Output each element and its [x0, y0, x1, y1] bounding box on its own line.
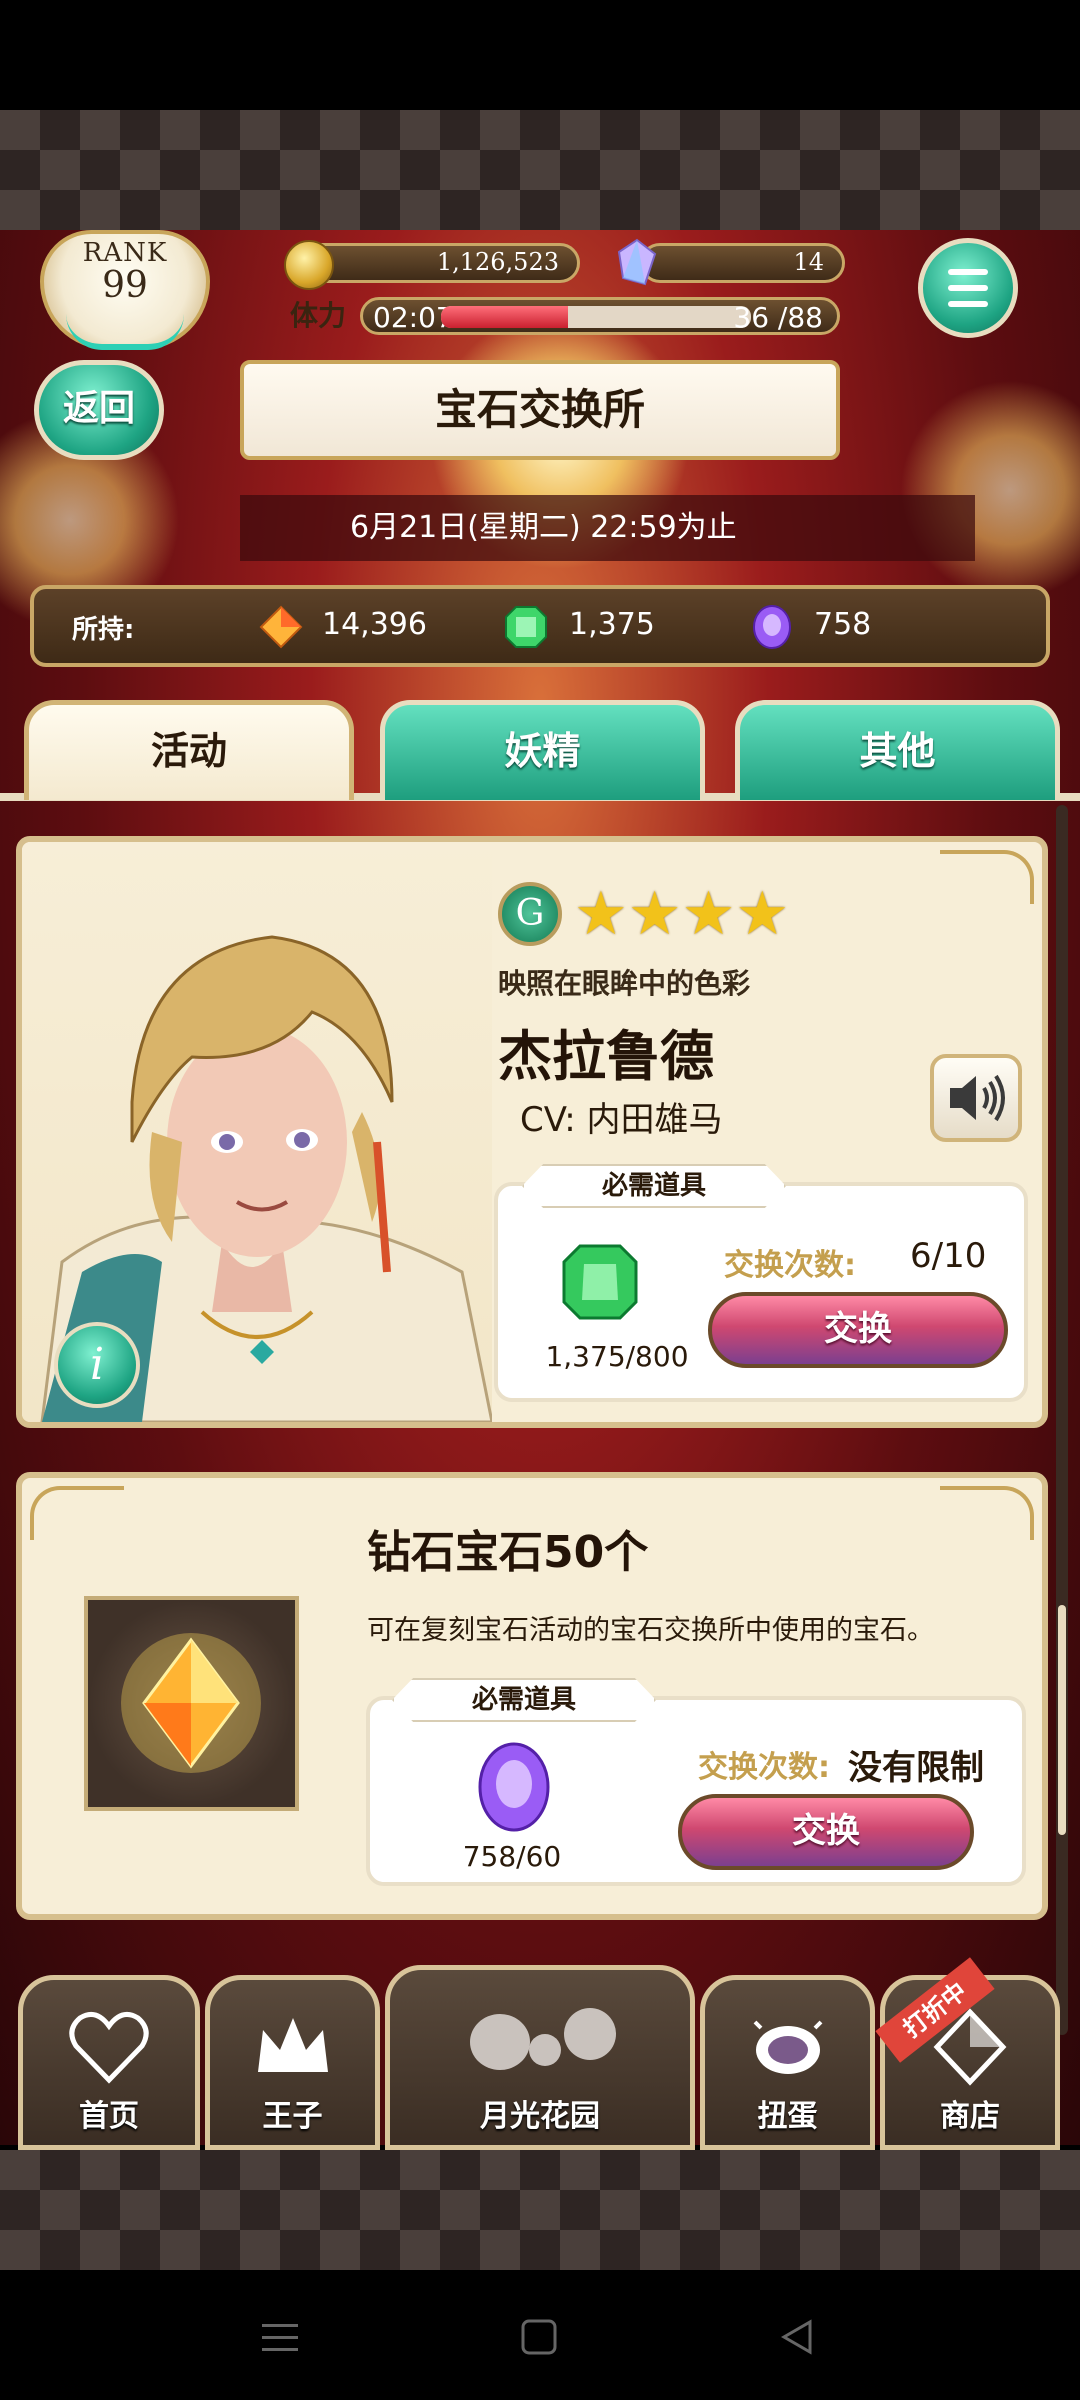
- required-item-label: 必需道具: [522, 1164, 786, 1208]
- voice-actor: CV: 内田雄马: [520, 1100, 723, 1140]
- exchange-count-label: 交换次数:: [698, 1750, 830, 1785]
- exchange-button[interactable]: 交换: [708, 1292, 1008, 1368]
- harlequin-pattern-top: [0, 110, 1080, 230]
- menu-button[interactable]: [918, 238, 1018, 338]
- nav-gacha[interactable]: 扭蛋: [700, 1975, 875, 2150]
- heart-icon: [69, 2011, 149, 2084]
- stamina-meter: 02:07 36 /88: [360, 297, 840, 335]
- recent-apps-icon[interactable]: [260, 2320, 300, 2356]
- tab-other[interactable]: 其他: [735, 700, 1060, 800]
- status-bar-area: [0, 0, 1080, 110]
- character-name: 杰拉鲁德: [498, 1025, 714, 1088]
- scrollbar-thumb[interactable]: [1058, 1605, 1066, 1835]
- nav-prince[interactable]: 王子: [205, 1975, 380, 2150]
- speaker-icon: [950, 1074, 1005, 1122]
- gem-value: 14: [793, 248, 824, 276]
- tab-fairy[interactable]: 妖精: [380, 700, 705, 800]
- exchange-count-label: 交换次数:: [724, 1248, 856, 1283]
- purple-gem-count: 758: [814, 607, 872, 642]
- nav-prince-label: 王子: [262, 2099, 323, 2134]
- nav-home[interactable]: 首页: [18, 1975, 200, 2150]
- gacha-icon: [753, 2020, 822, 2074]
- crystal-gem-icon: [617, 238, 657, 286]
- back-button[interactable]: 返回: [34, 360, 164, 460]
- holdings-label: 所持:: [72, 615, 135, 645]
- back-arrow-icon[interactable]: [778, 2318, 816, 2356]
- exchange-card-item: 钻石宝石50个 可在复刻宝石活动的宝石交换所中使用的宝石。 必需道具 758/6…: [16, 1472, 1048, 1920]
- nav-gacha-label: 扭蛋: [757, 2099, 818, 2134]
- diamond-gem-icon: [121, 1633, 261, 1773]
- nav-shop-label: 商店: [940, 2099, 1000, 2134]
- green-gem-icon: [505, 606, 547, 648]
- page-title: 宝石交换所: [240, 360, 840, 460]
- stamina-bar: [441, 306, 751, 328]
- gem-counter: 14: [640, 243, 845, 283]
- exchange-card-character: i G ★★★★ 映照在眼眸中的色彩 杰拉鲁德 CV: 内田雄马 必需道具 1,…: [16, 836, 1048, 1428]
- purple-gem-icon: [753, 605, 791, 649]
- item-image: [84, 1596, 299, 1811]
- deadline-text: 6月21日(星期二) 22:59为止: [240, 495, 975, 561]
- hamburger-icon-line: [948, 285, 988, 291]
- rank-progress-ring: [66, 314, 184, 350]
- exchange-button[interactable]: 交换: [678, 1794, 974, 1870]
- star-icon: ★: [627, 879, 682, 949]
- fairy-icon: [470, 2008, 616, 2070]
- green-gem-count: 1,375: [569, 607, 655, 642]
- tab-event[interactable]: 活动: [24, 700, 354, 800]
- required-quantity: 1,375/800: [545, 1340, 689, 1373]
- corner-ornament: [940, 1486, 1034, 1540]
- hamburger-icon: [948, 269, 988, 275]
- item-description: 可在复刻宝石活动的宝石交换所中使用的宝石。: [367, 1615, 934, 1646]
- orange-gem-icon: [259, 605, 303, 649]
- rank-label: RANK: [82, 238, 168, 268]
- rank-value: 99: [102, 265, 148, 306]
- rarity-badge: G: [498, 882, 562, 946]
- nav-moonlight-garden-label: 月光花园: [480, 2099, 600, 2134]
- star-icon: ★: [735, 879, 790, 949]
- required-item-label: 必需道具: [392, 1678, 656, 1722]
- crown-icon: [257, 2018, 328, 2072]
- rarity-stars: ★★★★: [574, 884, 789, 944]
- stamina-count: 36 /88: [733, 301, 823, 334]
- coin-counter: 1,126,523: [300, 243, 580, 283]
- stamina-label: 体力: [290, 299, 347, 332]
- exchange-count-value: 没有限制: [848, 1748, 984, 1788]
- rank-badge[interactable]: RANK 99: [40, 230, 210, 350]
- chandelier-glow: [900, 380, 1080, 600]
- scrollbar-track[interactable]: [1056, 805, 1068, 2035]
- holdings-bar: 所持: 14,396 1,375 758: [30, 585, 1050, 667]
- info-button[interactable]: i: [54, 1322, 140, 1408]
- stamina-bar-fill: [441, 306, 569, 328]
- system-navigation-bar: [0, 2270, 1080, 2400]
- star-icon: ★: [574, 879, 628, 949]
- star-icon: ★: [681, 879, 736, 949]
- purple-gem-icon: [478, 1742, 550, 1832]
- item-title: 钻石宝石50个: [367, 1527, 649, 1578]
- nav-home-label: 首页: [79, 2099, 139, 2134]
- required-quantity: 758/60: [462, 1840, 562, 1873]
- coin-icon: [284, 240, 334, 290]
- exchange-count-value: 6/10: [910, 1236, 987, 1276]
- card-subtitle: 映照在眼眸中的色彩: [498, 967, 751, 1000]
- corner-ornament: [30, 1486, 124, 1540]
- harlequin-pattern-bottom: [0, 2150, 1080, 2270]
- voice-play-button[interactable]: [930, 1054, 1022, 1142]
- nav-moonlight-garden[interactable]: 月光花园: [385, 1965, 695, 2150]
- corner-ornament: [940, 850, 1034, 904]
- hamburger-icon-line: [948, 301, 988, 307]
- coin-value: 1,126,523: [436, 248, 559, 276]
- home-icon[interactable]: [520, 2318, 558, 2356]
- green-gem-icon: [562, 1244, 638, 1320]
- orange-gem-count: 14,396: [322, 607, 427, 642]
